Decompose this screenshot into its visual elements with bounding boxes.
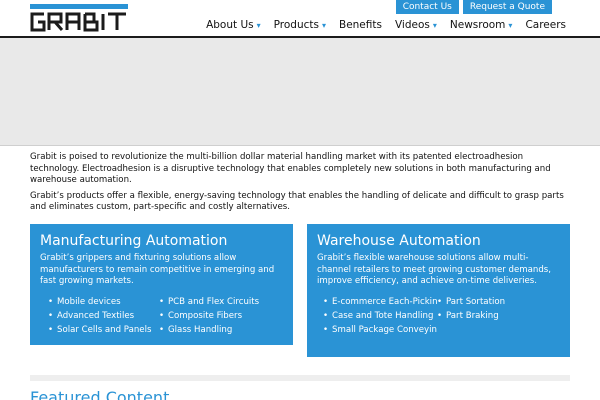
intro-paragraph-1: Grabit is poised to revolutionize the mu…: [30, 152, 551, 185]
nav-products[interactable]: Products ▾: [274, 19, 326, 31]
chevron-down-icon: ▾: [508, 20, 513, 30]
chevron-down-icon: ▾: [256, 20, 261, 30]
nav-label: Benefits: [338, 19, 382, 31]
warehouse-list-2: Part Sortation Part Braking: [437, 295, 547, 337]
list-item: Part Sortation: [437, 295, 547, 309]
manufacturing-list-2: PCB and Flex Circuits Composite Fibers G…: [159, 295, 279, 337]
card-title: Manufacturing Automation: [40, 233, 228, 249]
card-description: Grabit’s flexible warehouse solutions al…: [317, 253, 552, 286]
nav-careers[interactable]: Careers: [525, 19, 566, 31]
list-item: Advanced Textiles: [48, 309, 159, 323]
nav-label: Careers: [525, 19, 566, 31]
nav-label: Videos: [394, 19, 430, 31]
list-item: Case and Tote Handling: [323, 309, 437, 323]
grabit-logo[interactable]: [30, 4, 128, 32]
list-item: PCB and Flex Circuits: [159, 295, 279, 309]
nav-label: Newsroom: [449, 19, 506, 31]
request-quote-link[interactable]: Request a Quote: [462, 0, 552, 14]
contact-us-link[interactable]: Contact Us: [395, 0, 459, 14]
list-item: Glass Handling: [159, 323, 279, 337]
nav-about-us[interactable]: About Us ▾: [206, 19, 261, 31]
nav-videos[interactable]: Videos ▾: [395, 19, 437, 31]
section-divider: [30, 375, 570, 381]
intro-text: Grabit is poised to revolutionize the mu…: [30, 152, 575, 218]
site-header: Contact Us Request a Quote About Us ▾ Pro…: [0, 0, 600, 38]
manufacturing-automation-card[interactable]: Manufacturing Automation Grabit’s grippe…: [30, 224, 293, 345]
list-item: Part Braking: [437, 309, 547, 323]
hero-banner: [0, 38, 600, 146]
chevron-down-icon: ▾: [321, 20, 326, 30]
intro-paragraph-2: Grabit’s products offer a flexible, ener…: [30, 190, 564, 213]
card-description: Grabit’s grippers and fixturing solution…: [40, 253, 275, 286]
list-item: E-commerce Each-Picking: [323, 295, 437, 309]
nav-label: About Us: [206, 19, 254, 31]
chevron-down-icon: ▾: [432, 20, 437, 30]
list-item: Small Package Conveying: [323, 323, 437, 337]
manufacturing-list-1: Mobile devices Advanced Textiles Solar C…: [48, 295, 159, 337]
list-item: Mobile devices: [48, 295, 159, 309]
card-title: Warehouse Automation: [317, 233, 481, 249]
featured-content-heading: Featured Content: [30, 388, 170, 400]
warehouse-list-1: E-commerce Each-Picking Case and Tote Ha…: [323, 295, 437, 337]
utility-links: Contact Us Request a Quote: [395, 0, 552, 14]
list-item: Solar Cells and Panels: [48, 323, 159, 337]
main-nav: About Us ▾ Products ▾ Benefits Videos ▾ New…: [206, 19, 566, 31]
nav-benefits[interactable]: Benefits: [339, 19, 382, 31]
list-item: Composite Fibers: [159, 309, 279, 323]
warehouse-automation-card[interactable]: Warehouse Automation Grabit’s flexible w…: [307, 224, 570, 357]
nav-newsroom[interactable]: Newsroom ▾: [450, 19, 513, 31]
nav-label: Products: [273, 19, 319, 31]
